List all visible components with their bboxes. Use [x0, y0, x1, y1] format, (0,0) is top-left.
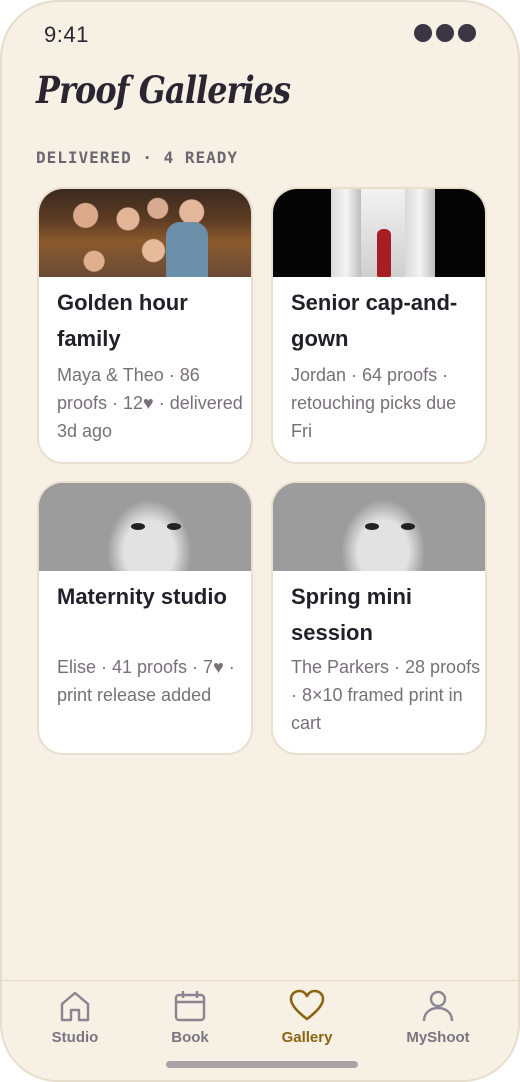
- tab-label: Book: [171, 1029, 209, 1046]
- gallery-title: Senior cap-and-gown: [291, 290, 458, 351]
- home-icon: [60, 991, 90, 1022]
- tab-gallery[interactable]: Gallery: [252, 989, 362, 1046]
- gallery-meta: Elise · 41 proofs · 7♥ · print release a…: [57, 657, 235, 705]
- gallery-title: Spring mini session: [291, 584, 412, 645]
- status-time: 9:41: [44, 22, 89, 47]
- calendar-icon: [174, 991, 206, 1022]
- girl-portrait-thumbnail: [39, 483, 251, 571]
- phone-frame: 9:41 Proof Galleries DELIVERED · 4 READY…: [0, 0, 520, 1082]
- gallery-meta: The Parkers · 28 proofs · 8×10 framed pr…: [291, 657, 481, 733]
- gallery-card[interactable]: Golden hour family Maya & Theo · 86 proo…: [37, 187, 253, 464]
- tab-label: Gallery: [281, 1029, 333, 1046]
- status-dot-icon: [414, 24, 432, 42]
- section-label: DELIVERED · 4 READY: [36, 148, 239, 167]
- gallery-card[interactable]: Maternity studio Elise · 41 proofs · 7♥ …: [37, 481, 253, 755]
- gallery-card[interactable]: Spring mini session The Parkers · 28 pro…: [271, 481, 487, 755]
- tab-label: MyShoot: [406, 1029, 470, 1046]
- gallery-meta: Maya & Theo · 86 proofs · 12♥ · delivere…: [57, 365, 243, 441]
- user-icon: [422, 990, 454, 1022]
- page-title: Proof Galleries: [36, 68, 291, 112]
- status-icons: [414, 24, 476, 42]
- gallery-card[interactable]: Senior cap-and-gown Jordan · 64 proofs ·…: [271, 187, 487, 464]
- status-bar: 9:41: [2, 2, 518, 66]
- tab-book[interactable]: Book: [135, 989, 245, 1046]
- graduate-photo-thumbnail: [273, 189, 485, 277]
- family-photo-thumbnail: [39, 189, 251, 277]
- girl-portrait-thumbnail: [273, 483, 485, 571]
- tab-bar: Studio Book Gallery MyShoot: [2, 980, 518, 1080]
- status-dot-icon: [436, 24, 454, 42]
- tab-myshoot[interactable]: MyShoot: [383, 989, 493, 1046]
- tab-label: Studio: [51, 1029, 99, 1046]
- tab-studio[interactable]: Studio: [20, 989, 130, 1046]
- gallery-title: Maternity studio: [57, 584, 227, 609]
- gallery-title: Golden hour family: [57, 290, 188, 351]
- status-dot-icon: [458, 24, 476, 42]
- gallery-meta: Jordan · 64 proofs · retouching picks du…: [291, 365, 457, 441]
- heart-icon: [289, 989, 325, 1021]
- home-indicator[interactable]: [166, 1061, 358, 1068]
